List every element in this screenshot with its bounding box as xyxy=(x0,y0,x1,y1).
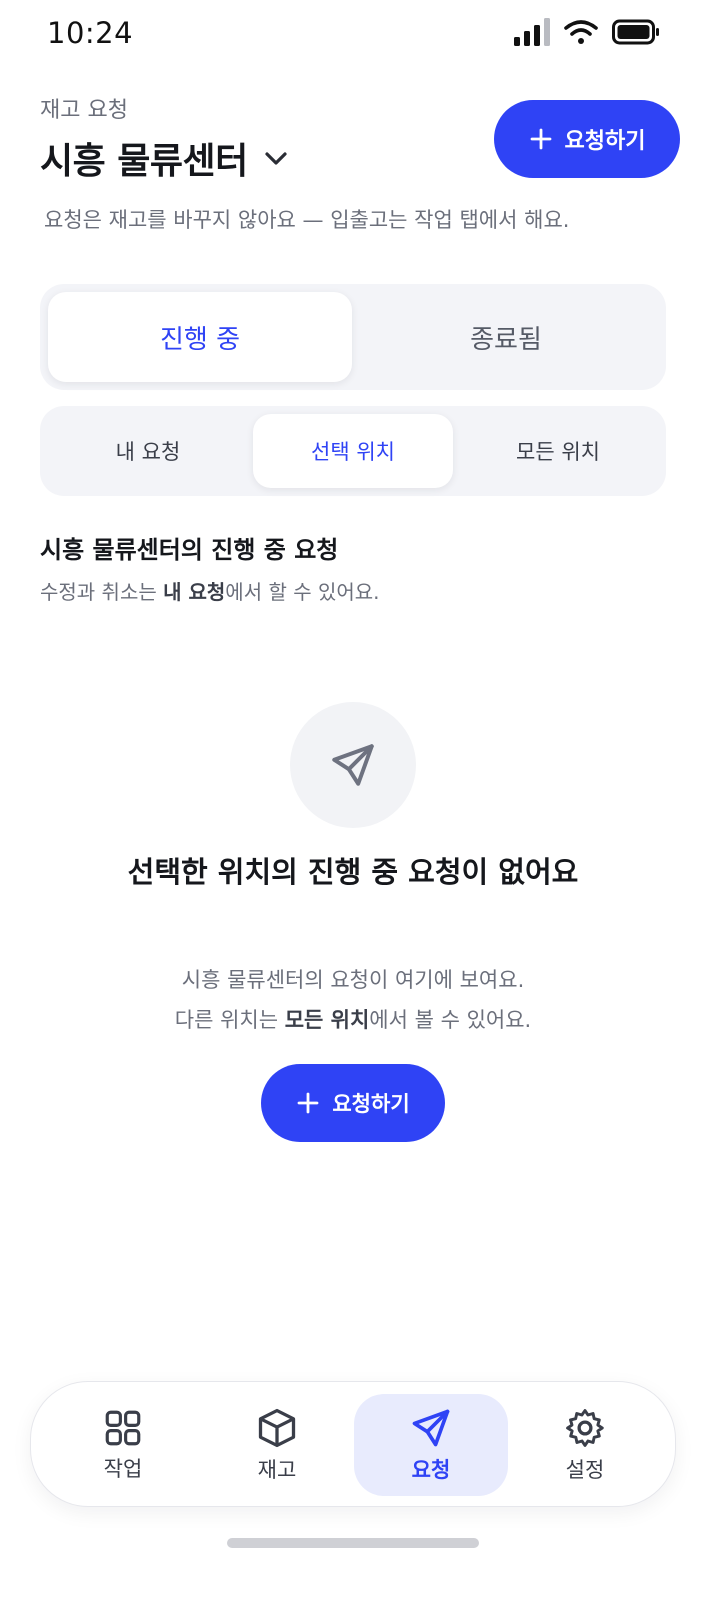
scope-selected-location[interactable]: 선택 위치 xyxy=(253,414,453,488)
scope-filter: 내 요청 선택 위치 모든 위치 xyxy=(40,406,666,496)
empty-state-text: 시흥 물류센터의 요청이 여기에 보여요. 다른 위치는 모든 위치에서 볼 수… xyxy=(110,960,596,1040)
section-title: 시흥 물류센터의 진행 중 요청 xyxy=(40,536,339,564)
battery-icon xyxy=(612,19,659,45)
section-note-bold: 내 요청 xyxy=(163,580,226,604)
section-note-prefix: 수정과 취소는 xyxy=(40,580,164,604)
empty-line2-suffix: 에서 볼 수 있어요. xyxy=(369,1008,532,1032)
new-request-label: 요청하기 xyxy=(564,129,646,154)
section-note: 수정과 취소는 내 요청에서 할 수 있어요. xyxy=(40,576,380,605)
signal-icon xyxy=(514,18,550,46)
status-segmented-control: 진행 중 종료됨 xyxy=(40,284,666,390)
gear-icon xyxy=(566,1409,604,1447)
tab-inventory[interactable]: 재고 xyxy=(200,1394,354,1496)
status-bar: 10:24 xyxy=(0,0,720,68)
scope-all-locations[interactable]: 모든 위치 xyxy=(458,414,658,488)
empty-state-illustration xyxy=(290,702,416,828)
send-icon xyxy=(412,1409,450,1447)
tab-requests-label: 요청 xyxy=(411,1458,451,1482)
chevron-down-icon xyxy=(265,152,287,165)
tab-settings-label: 설정 xyxy=(565,1458,605,1482)
bottom-tab-bar: 작업 재고 요청 설정 xyxy=(30,1381,676,1507)
tab-settings[interactable]: 설정 xyxy=(508,1394,662,1496)
status-time: 10:24 xyxy=(47,16,134,50)
box-icon xyxy=(258,1408,296,1448)
tab-requests[interactable]: 요청 xyxy=(354,1394,508,1496)
empty-state-line1: 시흥 물류센터의 요청이 여기에 보여요. xyxy=(181,968,525,992)
home-indicator xyxy=(227,1538,479,1548)
segment-in-progress[interactable]: 진행 중 xyxy=(48,292,352,382)
empty-state-line2: 다른 위치는 모든 위치에서 볼 수 있어요. xyxy=(110,1000,596,1040)
page-subtitle: 요청은 재고를 바꾸지 않아요 — 입출고는 작업 탭에서 해요. xyxy=(44,208,570,232)
tab-inventory-label: 재고 xyxy=(257,1458,297,1482)
grid-icon xyxy=(105,1410,141,1446)
segment-closed[interactable]: 종료됨 xyxy=(354,292,658,382)
status-icons xyxy=(514,18,660,46)
plus-icon xyxy=(297,1092,319,1114)
header: 재고 요청 시흥 물류센터 요청하기 xyxy=(40,92,680,184)
tab-work-label: 작업 xyxy=(103,1457,143,1481)
wifi-icon xyxy=(564,20,598,44)
location-name: 시흥 물류센터 xyxy=(40,141,248,182)
empty-state-title: 선택한 위치의 진행 중 요청이 없어요 xyxy=(127,855,579,889)
tab-work[interactable]: 작업 xyxy=(46,1394,200,1496)
section-note-suffix: 에서 할 수 있어요. xyxy=(225,580,380,604)
plus-icon xyxy=(530,128,551,150)
empty-new-request-label: 요청하기 xyxy=(332,1092,410,1116)
empty-line2-bold: 모든 위치 xyxy=(284,1008,370,1032)
empty-new-request-button[interactable]: 요청하기 xyxy=(261,1064,445,1142)
new-request-button[interactable]: 요청하기 xyxy=(494,100,680,178)
scope-my-requests[interactable]: 내 요청 xyxy=(48,414,248,488)
send-icon xyxy=(332,744,374,786)
empty-line2-prefix: 다른 위치는 xyxy=(174,1008,285,1032)
